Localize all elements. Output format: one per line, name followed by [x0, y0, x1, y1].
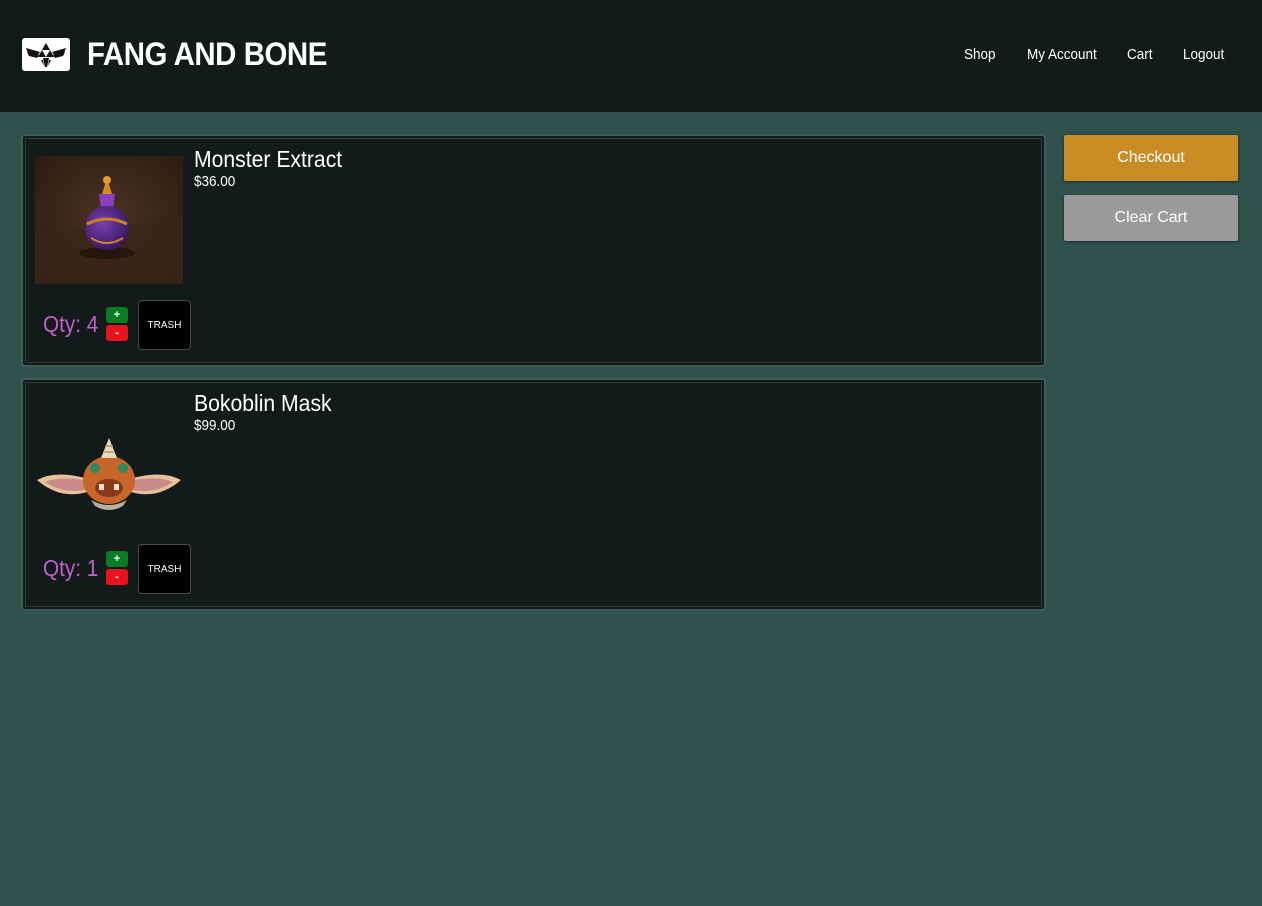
item-name: Monster Extract: [194, 146, 343, 172]
nav-shop[interactable]: Shop: [964, 46, 996, 63]
quantity-label: Qty: 1: [43, 555, 99, 581]
item-name: Bokoblin Mask: [194, 390, 332, 416]
trash-button[interactable]: TRASH: [138, 300, 191, 350]
potion-bottle-image: [35, 156, 183, 284]
nav-logout[interactable]: Logout: [1183, 46, 1224, 63]
checkout-button[interactable]: Checkout: [1064, 135, 1238, 181]
trash-button[interactable]: TRASH: [138, 544, 191, 594]
triforce-crest-icon: [26, 42, 66, 67]
increase-quantity-button[interactable]: +: [106, 307, 128, 323]
decrease-quantity-button[interactable]: -: [106, 569, 128, 585]
item-price: $36.00: [194, 173, 236, 190]
nav-my-account[interactable]: My Account: [1027, 46, 1097, 63]
cart-item: Monster Extract $36.00 Qty: 4 + - TRASH: [21, 134, 1046, 367]
brand-title: FANG AND BONE: [87, 36, 327, 72]
item-price: $99.00: [194, 417, 236, 434]
clear-cart-button[interactable]: Clear Cart: [1064, 195, 1238, 241]
quantity-label: Qty: 4: [43, 311, 99, 337]
decrease-quantity-button[interactable]: -: [106, 325, 128, 341]
site-header: FANG AND BONE Shop My Account Cart Logou…: [0, 0, 1262, 112]
nav-cart[interactable]: Cart: [1127, 46, 1153, 63]
bokoblin-mask-image: [35, 400, 183, 528]
logo[interactable]: [22, 38, 70, 71]
increase-quantity-button[interactable]: +: [106, 551, 128, 567]
cart-item: Bokoblin Mask $99.00 Qty: 1 + - TRASH: [21, 378, 1046, 611]
